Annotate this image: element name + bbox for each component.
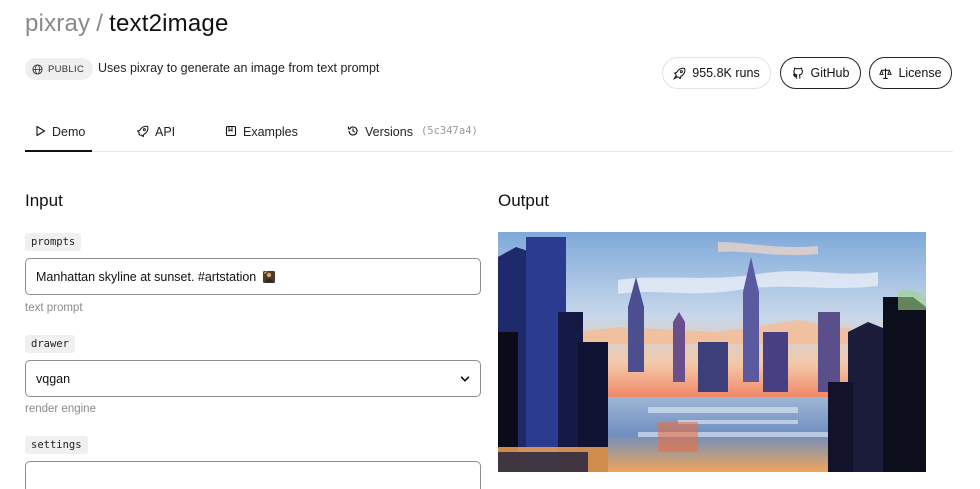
drawer-value: vqgan [36, 371, 71, 386]
drawer-hint: render engine [25, 403, 96, 415]
tab-label: Examples [243, 125, 298, 139]
tab-demo[interactable]: Demo [25, 118, 92, 152]
play-icon [35, 125, 46, 137]
model-description: Uses pixray to generate an image from te… [98, 61, 380, 75]
tab-label: Demo [52, 125, 86, 139]
title-separator: / [96, 10, 104, 37]
bookmark-icon [225, 125, 237, 137]
license-label: License [898, 66, 942, 80]
runs-count-button[interactable]: 955.8K runs [662, 57, 771, 89]
rocket-icon [136, 125, 149, 138]
tab-label: Versions [365, 125, 413, 139]
chevron-down-icon [460, 374, 470, 384]
github-button[interactable]: GitHub [780, 57, 861, 89]
model-name: text2image [109, 10, 229, 37]
visibility-label: PUBLIC [48, 63, 85, 75]
prompts-label: prompts [25, 233, 82, 251]
settings-label: settings [25, 436, 88, 454]
github-icon [792, 67, 805, 80]
tab-bar: Demo API Examples Versions (5c347a4) [25, 118, 953, 152]
prompts-input[interactable]: Manhattan skyline at sunset. #artstation [25, 258, 481, 295]
owner-link[interactable]: pixray [25, 10, 90, 37]
output-heading: Output [498, 191, 550, 210]
rocket-icon [673, 67, 686, 80]
scale-icon [879, 67, 893, 80]
version-hash: (5c347a4) [420, 125, 478, 137]
page-title: pixray / text2image [25, 10, 229, 38]
prompts-hint: text prompt [25, 302, 83, 314]
drawer-select[interactable]: vqgan [25, 360, 481, 397]
visibility-badge: PUBLIC [25, 58, 94, 80]
tab-api[interactable]: API [136, 118, 175, 152]
prompts-value: Manhattan skyline at sunset. #artstation [36, 269, 257, 284]
input-heading: Input [25, 191, 63, 210]
license-button[interactable]: License [869, 57, 952, 89]
history-icon [347, 125, 359, 137]
artist-emoji-icon [262, 270, 276, 284]
settings-input[interactable] [25, 461, 481, 489]
tab-versions[interactable]: Versions (5c347a4) [347, 118, 478, 152]
output-image[interactable] [498, 232, 926, 472]
globe-icon [32, 63, 43, 75]
github-label: GitHub [810, 66, 850, 80]
tab-examples[interactable]: Examples [225, 118, 298, 152]
runs-count: 955.8K runs [692, 66, 760, 80]
tab-label: API [155, 125, 176, 139]
drawer-label: drawer [25, 335, 75, 353]
